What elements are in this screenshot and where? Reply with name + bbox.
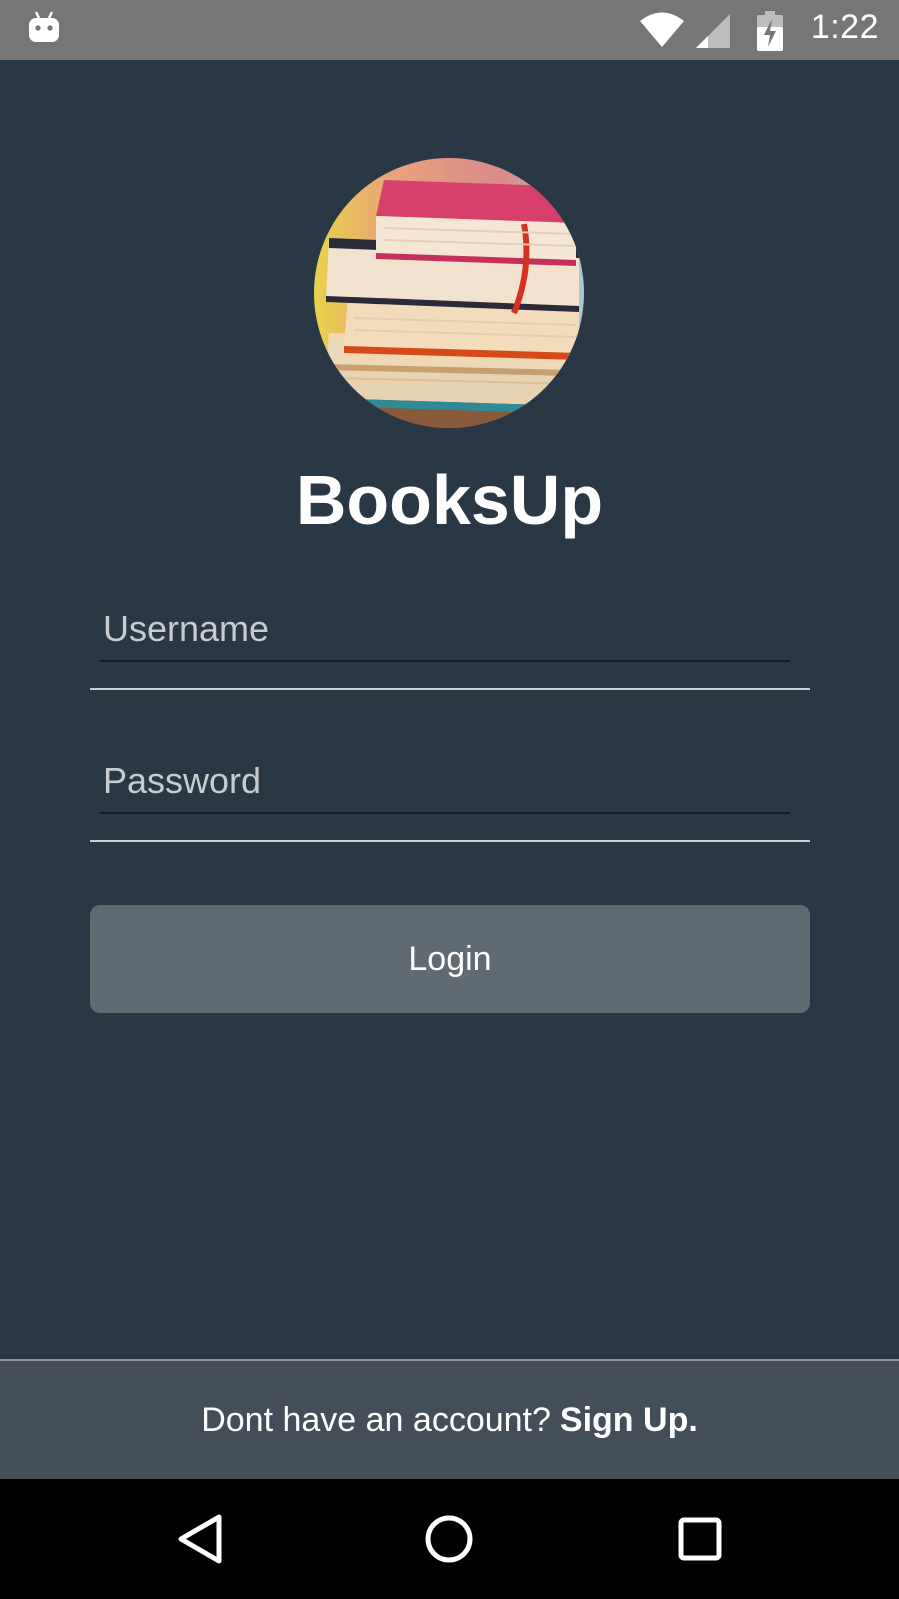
status-clock: 1:22 [810, 8, 879, 46]
navigation-bar [0, 1479, 899, 1599]
status-bar: 1:22 [0, 0, 899, 60]
home-icon[interactable] [419, 1509, 479, 1569]
android-icon [28, 10, 60, 49]
signal-icon [694, 12, 732, 55]
login-screen: 1:22 BooksUp Username Login Dont have an… [0, 0, 899, 1599]
recent-apps-icon[interactable] [670, 1509, 730, 1569]
signup-footer: Dont have an account? Sign Up. [0, 1359, 899, 1479]
app-logo-image [314, 158, 584, 428]
signup-prompt: Dont have an account? [201, 1400, 551, 1439]
username-input[interactable] [100, 598, 790, 662]
back-icon[interactable] [171, 1509, 231, 1569]
battery-charging-icon [757, 11, 783, 56]
username-field [90, 590, 810, 690]
login-button[interactable]: Login [90, 905, 810, 1013]
wifi-icon [640, 12, 684, 53]
password-field [90, 742, 810, 842]
signup-link[interactable]: Sign Up. [560, 1401, 698, 1440]
password-input[interactable] [100, 750, 790, 814]
app-title: BooksUp [295, 461, 604, 539]
